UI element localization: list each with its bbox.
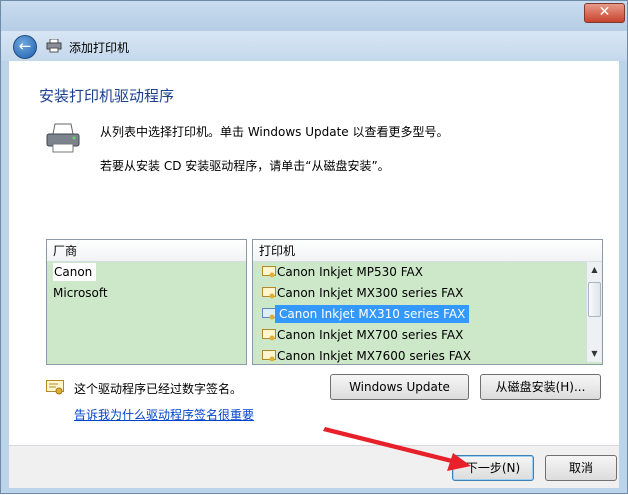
certificate-icon	[262, 308, 276, 320]
certificate-icon	[46, 380, 64, 395]
printer-icon	[46, 123, 80, 153]
certificate-icon	[262, 350, 276, 362]
scroll-up-icon[interactable]: ▲	[587, 262, 602, 278]
description-text: 若要从安装 CD 安装驱动程序，请单击“从磁盘安装”。	[100, 159, 390, 173]
manufacturer-list[interactable]: 厂商 Canon Microsoft	[46, 239, 247, 365]
page-title: 安装打印机驱动程序	[39, 87, 175, 105]
manufacturer-column-header[interactable]: 厂商	[47, 240, 246, 262]
printer-icon	[46, 39, 62, 53]
add-printer-window: ✕ ← 添加打印机 安装打印机驱动程序 从列表中选择打印机。单击 Windows…	[0, 0, 628, 494]
close-icon: ✕	[598, 4, 611, 20]
scroll-down-icon[interactable]: ▼	[587, 346, 602, 362]
list-item-label: Microsoft	[53, 286, 108, 300]
certificate-icon	[262, 329, 276, 341]
scrollbar-thumb[interactable]	[588, 282, 601, 317]
printer-model-label: Canon Inkjet MX7600 series FAX	[277, 349, 471, 363]
table-row[interactable]: Canon Inkjet MP530 FAX	[253, 262, 602, 283]
windows-update-button[interactable]: Windows Update	[330, 374, 469, 400]
printer-model-label: Canon Inkjet MX300 series FAX	[277, 286, 464, 300]
printer-column-header[interactable]: 打印机	[253, 240, 602, 262]
description-text: 从列表中选择打印机。单击 Windows Update 以查看更多型号。	[100, 125, 449, 139]
cancel-button[interactable]: 取消	[545, 455, 617, 481]
vertical-scrollbar[interactable]: ▲ ▼	[586, 262, 602, 362]
window-title: 添加打印机	[69, 41, 130, 55]
list-item[interactable]: Microsoft	[47, 283, 246, 304]
certificate-icon	[262, 287, 276, 299]
table-row[interactable]: Canon Inkjet MX700 series FAX	[253, 325, 602, 346]
list-item-label: Canon	[53, 263, 97, 281]
back-arrow-icon: ←	[18, 37, 32, 55]
signature-note: 这个驱动程序已经过数字签名。	[74, 382, 243, 396]
next-button[interactable]: 下一步(N)	[452, 455, 534, 481]
table-row[interactable]: Canon Inkjet MX300 series FAX	[253, 283, 602, 304]
title-bar: ✕	[1, 1, 627, 31]
printer-model-label: Canon Inkjet MX700 series FAX	[277, 328, 464, 342]
certificate-icon	[262, 266, 276, 278]
close-button[interactable]: ✕	[584, 3, 625, 23]
address-bar: ← 添加打印机	[1, 31, 627, 61]
printer-model-label: Canon Inkjet MP530 FAX	[277, 265, 423, 279]
list-item[interactable]: Canon	[47, 262, 246, 283]
table-row[interactable]: Canon Inkjet MX7600 series FAX	[253, 346, 602, 364]
printer-model-label: Canon Inkjet MX310 series FAX	[275, 305, 470, 323]
table-row[interactable]: Canon Inkjet MX310 series FAX	[253, 304, 602, 325]
have-disk-button[interactable]: 从磁盘安装(H)...	[480, 374, 601, 400]
printer-model-list[interactable]: 打印机 Canon Inkjet MP530 FAX Canon Inkjet …	[252, 239, 603, 365]
back-button[interactable]: ←	[13, 35, 37, 59]
signature-help-link[interactable]: 告诉我为什么驱动程序签名很重要	[74, 406, 254, 423]
